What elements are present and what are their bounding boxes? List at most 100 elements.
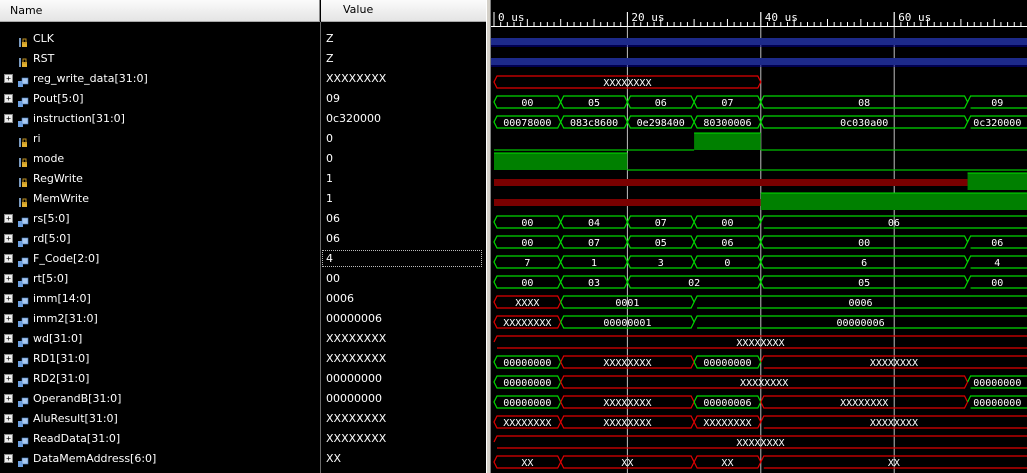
signal-row[interactable]: + instruction[31:0]: [0, 109, 320, 129]
bus-signal-icon: [18, 113, 29, 127]
signal-value-row[interactable]: XXXXXXXX: [321, 349, 486, 369]
signal-name: rs[5:0]: [33, 212, 70, 225]
signal-row[interactable]: + OperandB[31:0]: [0, 389, 320, 409]
bus-segment-value: 00: [858, 238, 870, 249]
signal-row[interactable]: MemWrite: [0, 189, 320, 209]
signal-row[interactable]: + DataMemAddress[6:0]: [0, 449, 320, 469]
expand-icon[interactable]: +: [4, 334, 13, 343]
bus-segment-value: XXXXXXXX: [736, 438, 784, 449]
signal-value-row[interactable]: 0: [321, 129, 486, 149]
waveform-canvas[interactable]: 0 us 20 us 40 us 60 usXXXXXXXX00 05 06 07 08 090…: [491, 0, 1027, 473]
logic-high-segment: [760, 193, 1027, 210]
signal-value-row[interactable]: 1: [321, 189, 486, 209]
expand-icon[interactable]: +: [4, 434, 13, 443]
signal-row[interactable]: + ReadData[31:0]: [0, 429, 320, 449]
expand-icon[interactable]: +: [4, 294, 13, 303]
wave-row[interactable]: [494, 132, 1027, 151]
signal-value-row[interactable]: XXXXXXXX: [321, 329, 486, 349]
signal-value-row[interactable]: 0006: [321, 289, 486, 309]
signal-value-row[interactable]: 00000000: [321, 369, 486, 389]
signal-value-row[interactable]: XXXXXXXX: [321, 429, 486, 449]
expand-icon[interactable]: +: [4, 74, 13, 83]
signal-row[interactable]: + rt[5:0]: [0, 269, 320, 289]
bus-segment-value: 0c030a00: [840, 118, 888, 129]
expand-icon[interactable]: +: [4, 354, 13, 363]
expand-icon[interactable]: +: [4, 114, 13, 123]
wave-row[interactable]: 00000000 XXXXXXXX 00000000: [493, 375, 1027, 389]
signal-value-row[interactable]: 00000006: [321, 309, 486, 329]
signal-row[interactable]: + Pout[5:0]: [0, 89, 320, 109]
bus-segment-value: 083c8600: [570, 118, 618, 129]
signal-value-row[interactable]: 06: [321, 229, 486, 249]
signal-row[interactable]: + imm[14:0]: [0, 289, 320, 309]
signal-row[interactable]: + wd[31:0]: [0, 329, 320, 349]
signal-value-row[interactable]: 0c320000: [321, 109, 486, 129]
wave-row[interactable]: XXXXXXXX: [493, 435, 1027, 449]
wave-row[interactable]: [491, 58, 1027, 67]
ruler-label: 20 us: [631, 11, 664, 24]
expand-icon[interactable]: +: [4, 314, 13, 323]
signal-name: wd[31:0]: [33, 332, 83, 345]
signal-value: 0006: [326, 292, 354, 305]
bus-segment-value: 06: [888, 218, 900, 229]
name-column-header[interactable]: Name: [0, 0, 320, 22]
signal-row[interactable]: ri: [0, 129, 320, 149]
expand-icon[interactable]: +: [4, 274, 13, 283]
bus-segment-value: 7: [524, 258, 530, 269]
expand-icon[interactable]: +: [4, 414, 13, 423]
signal-value-row[interactable]: Z: [321, 49, 486, 69]
signal-name: ReadData[31:0]: [33, 432, 121, 445]
signal-value: 00000000: [326, 392, 382, 405]
signal-value-row[interactable]: 0: [321, 149, 486, 169]
bus-segment-value: 06: [991, 238, 1003, 249]
signal-row[interactable]: + rs[5:0]: [0, 209, 320, 229]
signal-value-row[interactable]: XXXXXXXX: [321, 69, 486, 89]
value-column-header[interactable]: Value: [321, 0, 486, 22]
signal-name: F_Code[2:0]: [33, 252, 100, 265]
bus-segment-value: 04: [588, 218, 600, 229]
signal-row[interactable]: + AluResult[31:0]: [0, 409, 320, 429]
signal-value-row[interactable]: XXXXXXXX: [321, 409, 486, 429]
bus-segment-value: 06: [721, 238, 733, 249]
signal-value-row[interactable]: 09: [321, 89, 486, 109]
signal-row[interactable]: RegWrite: [0, 169, 320, 189]
signal-value: 0: [326, 132, 333, 145]
expand-icon[interactable]: +: [4, 394, 13, 403]
wave-row[interactable]: [491, 38, 1027, 47]
bus-signal-icon: [18, 293, 29, 307]
expand-icon[interactable]: +: [4, 214, 13, 223]
bit-signal-icon: [18, 133, 29, 147]
bus-segment-value: 07: [655, 218, 667, 229]
time-ruler[interactable]: [491, 0, 1027, 26]
signal-row[interactable]: + F_Code[2:0]: [0, 249, 320, 269]
signal-row[interactable]: CLK: [0, 29, 320, 49]
signal-value-row[interactable]: 00: [321, 269, 486, 289]
signal-value-row[interactable]: 1: [321, 169, 486, 189]
signal-name: RST: [33, 52, 55, 65]
waveform-pane[interactable]: 0 us 20 us 40 us 60 us XXXXXXXX 00 05 06 07 08 09 0…: [491, 0, 1027, 473]
expand-icon[interactable]: +: [4, 254, 13, 263]
signal-value-row[interactable]: 4: [321, 249, 486, 269]
signal-value-row[interactable]: XX: [321, 449, 486, 469]
signal-row[interactable]: + rd[5:0]: [0, 229, 320, 249]
signal-row[interactable]: + RD1[31:0]: [0, 349, 320, 369]
bus-segment-value: 1: [591, 258, 597, 269]
wave-row[interactable]: XXXXXXXX: [493, 335, 1027, 349]
expand-icon[interactable]: +: [4, 454, 13, 463]
signal-row[interactable]: mode: [0, 149, 320, 169]
signal-value-row[interactable]: 06: [321, 209, 486, 229]
signal-row[interactable]: + reg_write_data[31:0]: [0, 69, 320, 89]
expand-icon[interactable]: +: [4, 234, 13, 243]
signal-value-row[interactable]: 00000000: [321, 389, 486, 409]
signal-row[interactable]: + RD2[31:0]: [0, 369, 320, 389]
expand-icon[interactable]: +: [4, 94, 13, 103]
signal-value: Z: [326, 32, 334, 45]
expand-icon[interactable]: +: [4, 374, 13, 383]
bus-segment-value: 00000006: [836, 318, 884, 329]
signal-row[interactable]: + imm2[31:0]: [0, 309, 320, 329]
wave-row[interactable]: XXXXXXXX: [493, 75, 762, 89]
logic-unknown-segment: [494, 179, 968, 186]
signal-row[interactable]: RST: [0, 49, 320, 69]
signal-name: reg_write_data[31:0]: [33, 72, 148, 85]
signal-value-row[interactable]: Z: [321, 29, 486, 49]
